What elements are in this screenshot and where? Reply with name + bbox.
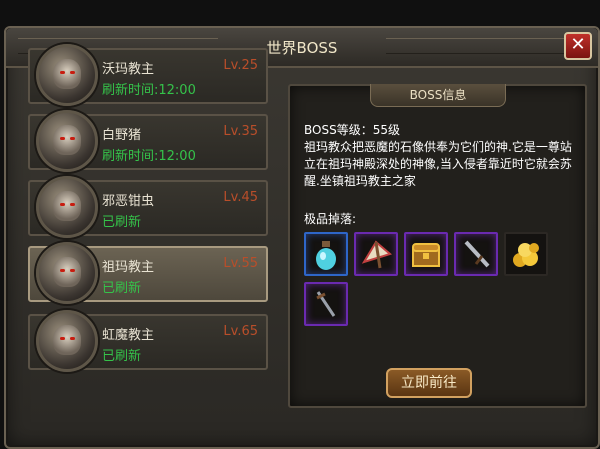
boss-card-woma[interactable]: 沃玛教主 Lv.25 刷新时间:12:00 [28, 44, 268, 106]
boss-card-evil-centipede[interactable]: 邪恶钳虫 Lv.45 已刷新 [28, 176, 268, 238]
drop-slot-potion[interactable] [304, 232, 348, 276]
boss-status: 已刷新 [102, 281, 142, 296]
boss-avatar-icon [36, 110, 98, 172]
dagger-icon [316, 291, 336, 317]
boss-card-rainbow-demon[interactable]: 虹魔教主 Lv.65 已刷新 [28, 310, 268, 372]
boss-level-line: BOSS等级：55级 [304, 123, 400, 137]
drop-slot-chest[interactable] [404, 232, 448, 276]
boss-info-tab: BOSS信息 [370, 84, 506, 107]
boss-name: 白野猪 [102, 128, 142, 143]
go-now-button[interactable]: 立即前往 [386, 368, 472, 398]
boss-status: 刷新时间:12:00 [102, 83, 196, 98]
drop-slot-fan[interactable] [354, 232, 398, 276]
boss-description: BOSS等级：55级 祖玛教众把恶魔的石像供奉为它们的神.它是一尊站立在祖玛神殿… [304, 122, 576, 190]
boss-level: Lv.65 [223, 324, 258, 339]
boss-card-white-boar[interactable]: 白野猪 Lv.35 刷新时间:12:00 [28, 110, 268, 172]
potion-bottle-icon [316, 241, 336, 270]
boss-avatar-icon [36, 242, 98, 304]
boss-name: 虹魔教主 [102, 328, 155, 343]
boss-name: 邪恶钳虫 [102, 194, 155, 209]
boss-card-zuma[interactable]: 祖玛教主 Lv.55 已刷新 [28, 242, 268, 304]
drop-slot-gold[interactable] [504, 232, 548, 276]
boss-info-panel: BOSS信息 BOSS等级：55级 祖玛教众把恶魔的石像供奉为它们的神.它是一尊… [288, 84, 587, 408]
boss-level: Lv.45 [223, 190, 258, 205]
boss-status: 刷新时间:12:00 [102, 149, 196, 164]
treasure-chest-icon [412, 243, 440, 267]
boss-level: Lv.35 [223, 124, 258, 139]
close-button[interactable]: ✕ [564, 32, 592, 60]
boss-lore-text: 祖玛教众把恶魔的石像供奉为它们的神.它是一尊站立在祖玛神殿深处的神像,当入侵者靠… [304, 140, 572, 188]
drops-label: 极品掉落: [304, 212, 357, 226]
drop-slot-sword[interactable] [454, 232, 498, 276]
boss-avatar-icon [36, 310, 98, 372]
boss-name: 沃玛教主 [102, 62, 155, 77]
boss-level: Lv.55 [223, 256, 258, 271]
boss-name: 祖玛教主 [102, 260, 155, 275]
boss-avatar-icon [36, 44, 98, 106]
drop-slot-dagger[interactable] [304, 282, 348, 326]
boss-status: 已刷新 [102, 215, 142, 230]
boss-status: 已刷新 [102, 349, 142, 364]
fan-icon [361, 240, 393, 269]
boss-level: Lv.25 [223, 58, 258, 73]
sword-icon [464, 240, 490, 268]
gold-coins-icon [513, 243, 539, 267]
boss-avatar-icon [36, 176, 98, 238]
close-icon: ✕ [570, 34, 586, 55]
